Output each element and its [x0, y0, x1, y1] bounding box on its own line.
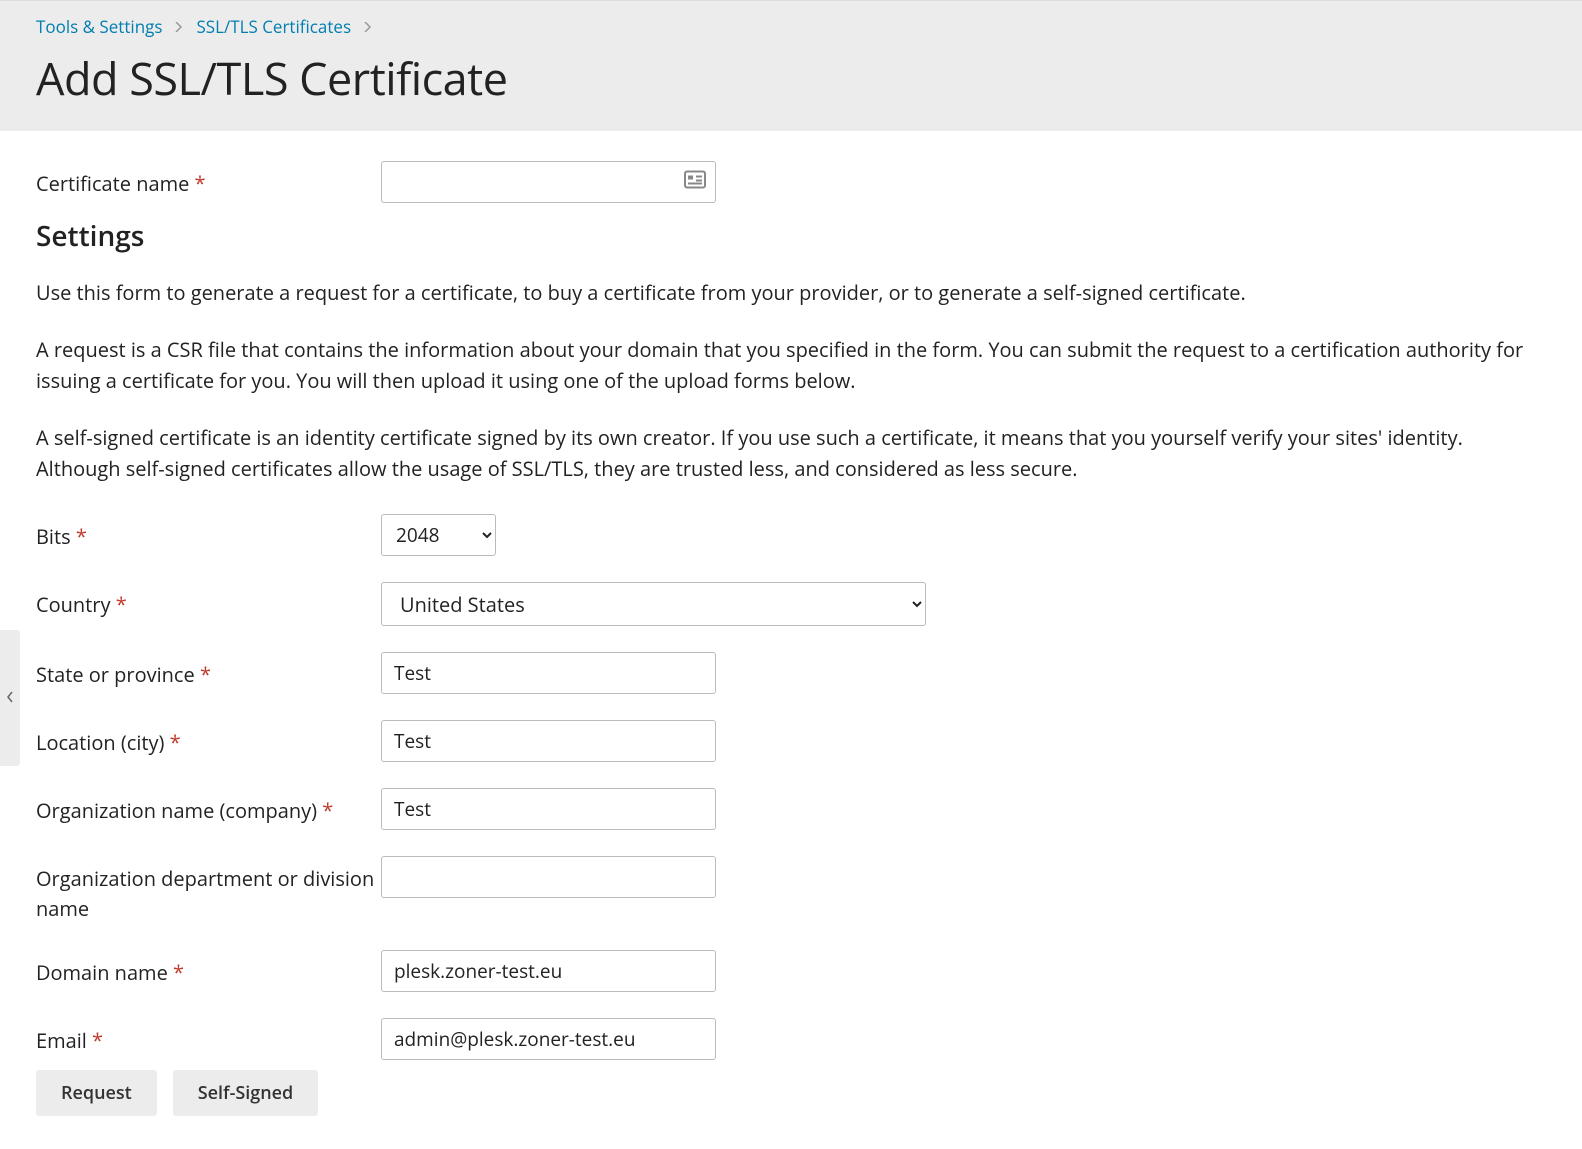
button-row: Request Self-Signed [36, 1070, 1546, 1116]
label-state: State or province * [36, 652, 381, 690]
city-input[interactable] [381, 720, 716, 762]
row-city: Location (city) * [36, 720, 1546, 762]
row-country: Country * United States [36, 582, 1546, 626]
required-marker: * [92, 1027, 103, 1054]
breadcrumb-link-tools[interactable]: Tools & Settings [36, 15, 162, 38]
row-cert-name: Certificate name * [36, 161, 1546, 203]
required-marker: * [116, 591, 127, 618]
row-state: State or province * [36, 652, 1546, 694]
chevron-right-icon [174, 18, 184, 36]
email-input[interactable] [381, 1018, 716, 1060]
label-bits: Bits * [36, 514, 381, 552]
required-marker: * [195, 170, 206, 197]
domain-input[interactable] [381, 950, 716, 992]
breadcrumb: Tools & Settings SSL/TLS Certificates [36, 7, 1582, 38]
row-org-unit: Organization department or division name [36, 856, 1546, 924]
contact-card-icon [684, 171, 706, 194]
required-marker: * [76, 523, 87, 550]
label-cert-name: Certificate name * [36, 161, 381, 199]
page-header: Tools & Settings SSL/TLS Certificates Ad… [0, 0, 1582, 131]
row-bits: Bits * 2048 [36, 514, 1546, 556]
label-city: Location (city) * [36, 720, 381, 758]
description-p2: A request is a CSR file that contains th… [36, 334, 1546, 396]
required-marker: * [200, 661, 211, 688]
label-email: Email * [36, 1018, 381, 1056]
org-input[interactable] [381, 788, 716, 830]
label-country: Country * [36, 582, 381, 620]
required-marker: * [173, 959, 184, 986]
label-org-unit: Organization department or division name [36, 856, 381, 924]
state-input[interactable] [381, 652, 716, 694]
cert-name-input[interactable] [381, 161, 716, 203]
row-email: Email * [36, 1018, 1546, 1060]
chevron-left-icon [6, 689, 14, 708]
settings-heading: Settings [36, 217, 1546, 255]
country-select[interactable]: United States [381, 582, 926, 626]
bits-select[interactable]: 2048 [381, 514, 496, 556]
chevron-right-icon [363, 18, 373, 36]
description-p3: A self-signed certificate is an identity… [36, 422, 1546, 484]
description-p1: Use this form to generate a request for … [36, 277, 1546, 308]
required-marker: * [322, 797, 333, 824]
label-domain: Domain name * [36, 950, 381, 988]
page-title: Add SSL/TLS Certificate [36, 48, 1582, 109]
breadcrumb-link-ssl[interactable]: SSL/TLS Certificates [196, 15, 351, 38]
sidebar-collapse-toggle[interactable] [0, 630, 20, 766]
request-button[interactable]: Request [36, 1070, 157, 1116]
row-org: Organization name (company) * [36, 788, 1546, 830]
self-signed-button[interactable]: Self-Signed [173, 1070, 319, 1116]
label-org: Organization name (company) * [36, 788, 381, 826]
required-marker: * [170, 729, 181, 756]
row-domain: Domain name * [36, 950, 1546, 992]
content-area: Certificate name * Settings Use this for… [0, 131, 1582, 1116]
org-unit-input[interactable] [381, 856, 716, 898]
